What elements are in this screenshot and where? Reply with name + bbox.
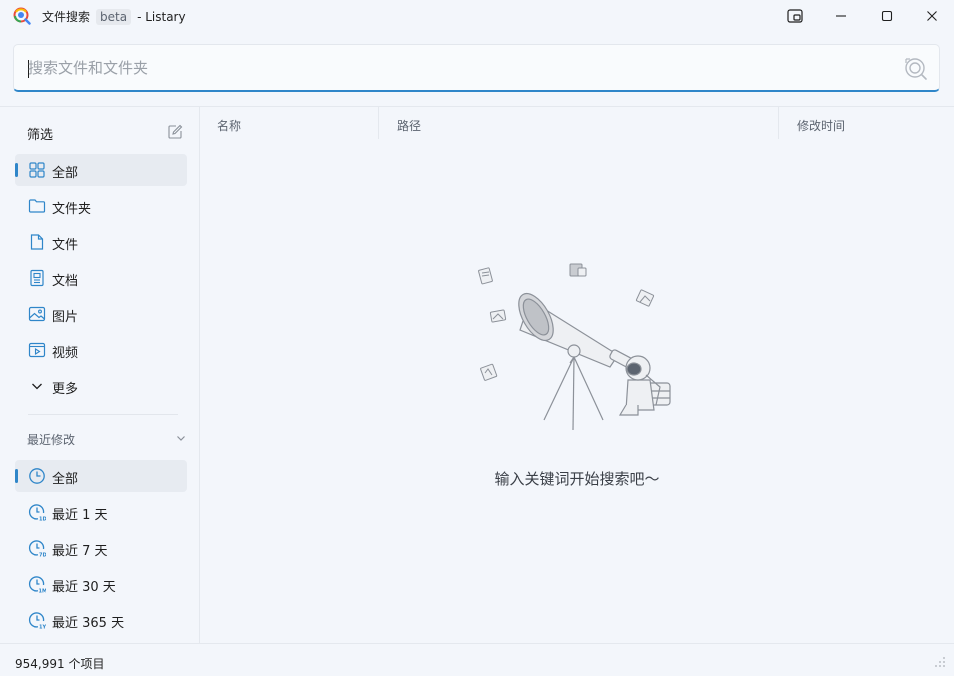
item-count: 954,991 个项目 (15, 657, 105, 671)
close-button[interactable] (909, 0, 954, 32)
grid-icon (29, 162, 45, 178)
resize-grip-icon[interactable] (934, 656, 946, 668)
recent-item-label: 最近 365 天 (52, 616, 125, 631)
recent-item-label: 最近 30 天 (52, 580, 116, 595)
clock-1y-icon: 1Y (28, 612, 46, 630)
folder-icon (28, 199, 46, 213)
sidebar-separator (28, 414, 178, 415)
column-header-modified[interactable]: 修改时间 (797, 117, 845, 134)
sidebar-divider (199, 107, 200, 643)
column-header-name[interactable]: 名称 (217, 117, 241, 134)
recent-item-label: 最近 7 天 (52, 544, 108, 559)
compact-mode-button[interactable] (772, 0, 818, 32)
empty-state-message: 输入关键词开始搜索吧～ (494, 470, 660, 488)
recent-item-label: 最近 1 天 (52, 508, 108, 523)
chevron-down-icon (32, 383, 42, 390)
filter-item-label: 图片 (52, 310, 79, 325)
image-icon (28, 306, 46, 322)
column-resize-handle[interactable] (778, 107, 779, 139)
filter-item-more[interactable]: 更多 (15, 370, 187, 402)
recent-item-30d[interactable]: 1M 最近 30 天 (15, 568, 187, 600)
close-icon (927, 11, 937, 21)
svg-text:1D: 1D (39, 517, 46, 522)
image-search-icon[interactable] (903, 56, 929, 82)
minimize-icon (836, 15, 846, 17)
svg-text:1Y: 1Y (39, 625, 46, 630)
window-title-text: 文件搜索 (42, 10, 91, 24)
chevron-down-icon[interactable] (175, 432, 187, 444)
filter-item-document[interactable]: 文档 (15, 262, 187, 294)
edit-icon[interactable] (167, 124, 183, 140)
filter-item-label: 全部 (52, 166, 79, 181)
maximize-icon (881, 10, 893, 22)
filter-header: 筛选 (27, 128, 54, 143)
filter-item-label: 文件 (52, 238, 79, 253)
telescope-astronaut-illustration (478, 263, 671, 431)
filter-item-video[interactable]: 视频 (15, 334, 187, 366)
clock-1m-icon: 1M (28, 576, 47, 594)
recent-item-1d[interactable]: 1D 最近 1 天 (15, 496, 187, 528)
svg-text:7D: 7D (39, 553, 46, 558)
filter-item-image[interactable]: 图片 (15, 298, 187, 330)
recent-modified-header: 最近修改 (27, 433, 76, 447)
listary-app-icon (13, 7, 31, 25)
status-bar: 954,991 个项目 (0, 643, 954, 676)
search-box[interactable] (13, 44, 940, 92)
title-bar: 文件搜索 beta - Listary (0, 0, 954, 32)
recent-item-365d[interactable]: 1Y 最近 365 天 (15, 604, 187, 636)
clock-7d-icon: 7D (28, 540, 46, 558)
document-icon (30, 269, 44, 287)
clock-1d-icon: 1D (28, 504, 46, 522)
video-icon (28, 342, 46, 358)
recent-item-7d[interactable]: 7D 最近 7 天 (15, 532, 187, 564)
filter-item-folder[interactable]: 文件夹 (15, 190, 187, 222)
column-header-path[interactable]: 路径 (397, 117, 421, 134)
minimize-button[interactable] (818, 0, 864, 32)
window-title: 文件搜索 beta - Listary (42, 8, 186, 25)
beta-badge: beta (96, 8, 132, 25)
filter-item-all[interactable]: 全部 (15, 154, 187, 186)
file-icon (30, 234, 44, 250)
search-input[interactable] (28, 53, 888, 83)
filter-item-label: 视频 (52, 346, 79, 361)
maximize-button[interactable] (864, 0, 910, 32)
filter-item-label: 文件夹 (52, 202, 92, 217)
app-name: - Listary (137, 9, 186, 24)
picture-in-picture-icon (787, 9, 803, 23)
svg-text:1M: 1M (39, 589, 47, 594)
filter-item-label: 文档 (52, 274, 79, 289)
column-resize-handle[interactable] (378, 107, 379, 139)
empty-state: 输入关键词开始搜索吧～ (0, 468, 954, 489)
filter-item-file[interactable]: 文件 (15, 226, 187, 258)
selection-indicator (15, 163, 18, 177)
filter-item-label: 更多 (52, 382, 79, 397)
